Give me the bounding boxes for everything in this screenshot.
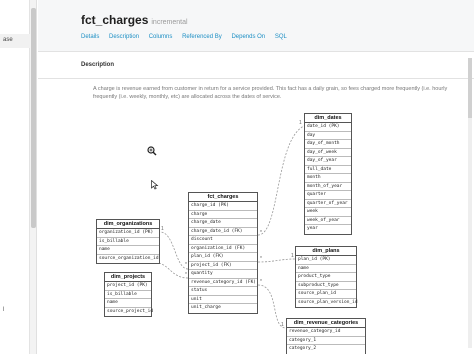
column-row: charge_id (PK) — [189, 202, 257, 211]
erd-table-dim-revenue-categories[interactable]: dim_revenue_categories revenue_category_… — [286, 318, 366, 354]
cardinality-many-orgs: * — [185, 262, 187, 268]
column-row: revenue_category_id — [287, 328, 365, 337]
cardinality-many-plans: * — [260, 256, 262, 262]
mouse-pointer-icon — [151, 180, 159, 190]
table-name: dim_projects — [105, 273, 151, 282]
column-row: unit — [189, 296, 257, 304]
table-name: dim_dates — [305, 114, 351, 123]
column-row: name — [296, 265, 356, 273]
column-row: day — [305, 132, 351, 140]
erd-table-dim-organizations[interactable]: dim_organizations organization_id (PK) i… — [96, 219, 160, 264]
column-row: day_of_year — [305, 157, 351, 166]
column-row: charge — [189, 211, 257, 219]
column-row: charge_date_id (FK) — [189, 228, 257, 236]
table-name: dim_organizations — [97, 220, 159, 229]
erd-table-dim-projects[interactable]: dim_projects project_id (PK) is_billable… — [104, 272, 154, 317]
column-row: source_plan_version_id — [298, 299, 358, 305]
column-row: name — [97, 246, 159, 255]
column-row: full_date — [305, 166, 351, 174]
column-row: source_organization_id — [99, 255, 159, 261]
column-row: month_of_year — [305, 183, 351, 191]
column-row: discount — [189, 236, 257, 245]
column-row: plan_id (FK) — [189, 253, 257, 262]
column-row: quantity — [189, 270, 257, 279]
column-row: is_billable — [97, 238, 159, 246]
table-name: dim_revenue_categories — [287, 319, 365, 328]
column-row: project_id (PK) — [105, 282, 151, 291]
column-row: category_2 — [289, 346, 317, 351]
column-row: is_billable — [105, 291, 151, 299]
table-name: dim_plans — [296, 247, 356, 256]
column-row: plan_id (PK) — [296, 256, 356, 265]
column-row: quarter — [305, 191, 351, 200]
cardinality-one-dates: 1 — [299, 120, 302, 126]
column-row: unit_charge — [191, 305, 221, 310]
zoom-in-cursor-icon — [147, 146, 157, 156]
column-row: organization_id (FK) — [189, 245, 257, 253]
edge-charges-organizations — [159, 231, 189, 270]
edge-charges-plans — [257, 258, 296, 263]
column-row: source_project_id — [107, 308, 154, 314]
cardinality-one-revenue: 1 — [281, 322, 284, 328]
column-row: year — [307, 226, 318, 231]
edge-charges-projects — [151, 261, 189, 279]
column-row: subproduct_type — [296, 282, 356, 290]
column-row: week — [305, 208, 351, 217]
column-row: week_of_year — [305, 217, 351, 225]
column-row: organization_id (PK) — [97, 229, 159, 238]
column-row: name — [105, 299, 151, 308]
column-row: project_id (FK) — [189, 262, 257, 270]
column-row: day_of_week — [305, 149, 351, 157]
column-row: category_1 — [287, 337, 365, 345]
column-row: date_id (PK) — [305, 123, 351, 132]
column-row: day_of_month — [305, 140, 351, 149]
table-name: fct_charges — [189, 193, 257, 202]
edge-charges-dates — [257, 125, 305, 236]
cardinality-many-revenue: * — [260, 279, 262, 285]
erd-table-dim-dates[interactable]: dim_dates date_id (PK) day day_of_month … — [304, 113, 352, 235]
cardinality-many-dates: * — [260, 230, 262, 236]
column-row: product_type — [296, 273, 356, 282]
column-row: source_plan_id — [296, 290, 356, 299]
cardinality-one-plans: 1 — [291, 253, 294, 259]
column-row: status — [189, 287, 257, 296]
erd-table-dim-plans[interactable]: dim_plans plan_id (PK) name product_type… — [295, 246, 358, 308]
cardinality-one-orgs: 1 — [161, 226, 164, 232]
column-row: month — [305, 174, 351, 183]
column-row: revenue_category_id (FK) — [189, 279, 257, 287]
content-scroll-thumb[interactable] — [468, 58, 472, 118]
content-scrollbar[interactable] — [468, 58, 472, 348]
erd-table-fct-charges[interactable]: fct_charges charge_id (PK) charge charge… — [188, 192, 258, 314]
column-row: quarter_of_year — [305, 200, 351, 208]
column-row: charge_date — [189, 219, 257, 228]
cardinality-many-projects: * — [185, 272, 187, 278]
